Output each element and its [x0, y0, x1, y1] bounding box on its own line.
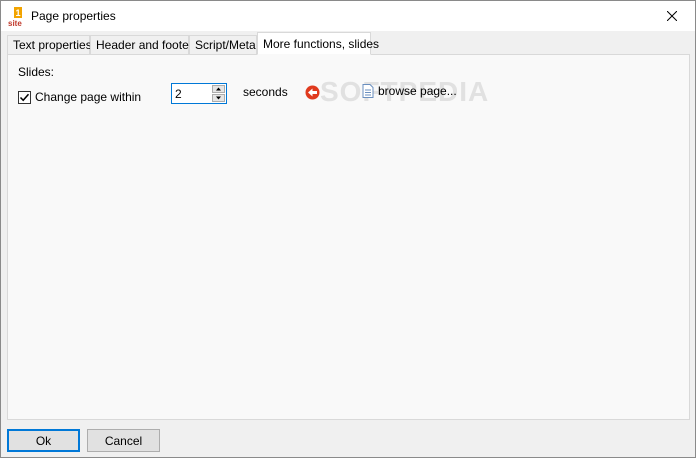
- spin-buttons: [212, 85, 225, 102]
- tab-more-functions-slides[interactable]: More functions, slides: [257, 32, 379, 55]
- tab-text-properties[interactable]: Text properties: [7, 35, 92, 54]
- seconds-spin-input[interactable]: 2: [171, 83, 227, 104]
- spin-down-button[interactable]: [212, 94, 225, 102]
- page-properties-dialog: 1 site Page properties Text properties H…: [0, 0, 696, 458]
- arrow-up-icon: [216, 87, 221, 91]
- change-page-label: Change page within: [35, 90, 142, 104]
- ok-button[interactable]: Ok: [7, 429, 80, 452]
- checkmark-icon: [19, 93, 30, 101]
- close-button[interactable]: [649, 1, 695, 31]
- window-title: Page properties: [31, 9, 116, 23]
- svg-text:1: 1: [16, 8, 21, 18]
- app-icon: 1 site: [8, 7, 22, 27]
- browse-page-label[interactable]: browse page...: [378, 84, 457, 98]
- seconds-value[interactable]: 2: [175, 87, 182, 101]
- document-icon: [362, 84, 374, 98]
- tab-header-footer[interactable]: Header and footer: [90, 35, 193, 54]
- spin-up-button[interactable]: [212, 85, 225, 93]
- change-page-checkbox-row[interactable]: Change page within: [18, 90, 141, 104]
- tab-script-meta[interactable]: Script/Meta: [189, 35, 257, 54]
- tab-panel: Slides: Change page within 2 seconds SOF…: [7, 54, 690, 420]
- svg-text:site: site: [8, 19, 22, 27]
- change-page-checkbox[interactable]: [18, 90, 31, 104]
- cancel-button[interactable]: Cancel: [87, 429, 160, 452]
- back-arrow-icon[interactable]: [305, 85, 320, 100]
- close-icon: [667, 11, 677, 21]
- title-bar: 1 site Page properties: [1, 1, 695, 31]
- arrow-down-icon: [216, 96, 221, 100]
- seconds-label: seconds: [243, 85, 288, 99]
- slides-section-label: Slides:: [18, 65, 55, 79]
- browse-page-link[interactable]: browse page...: [362, 84, 457, 98]
